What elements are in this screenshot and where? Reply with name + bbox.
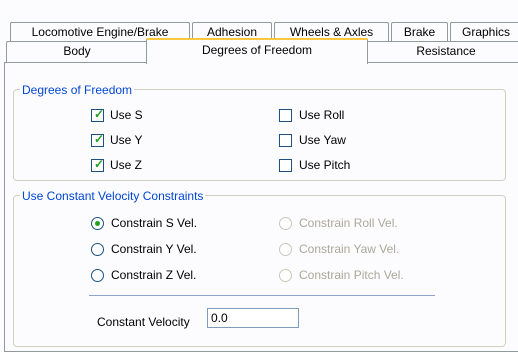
checkmark-icon: ✓ <box>94 132 105 146</box>
use-z-label: Use Z <box>110 158 143 172</box>
group-title: Degrees of Freedom <box>20 83 135 97</box>
use-pitch-checkbox[interactable] <box>279 159 292 172</box>
tab-label: Graphics <box>461 25 511 39</box>
use-s-label: Use S <box>110 108 143 122</box>
constrain-z-radio[interactable] <box>91 269 104 282</box>
constrain-y-radio[interactable] <box>91 243 104 256</box>
constrain-y-label: Constrain Y Vel. <box>111 242 197 256</box>
constrain-yaw-label: Constrain Yaw Vel. <box>299 242 400 256</box>
degrees-of-freedom-group <box>13 89 506 181</box>
constant-velocity-input[interactable]: 0.0 <box>207 308 299 328</box>
tab-graphics[interactable]: Graphics <box>450 22 518 42</box>
use-yaw-label: Use Yaw <box>299 133 346 147</box>
checkmark-icon: ✓ <box>94 157 105 171</box>
tab-label: Body <box>63 44 91 58</box>
use-y-label: Use Y <box>110 133 143 147</box>
tab-label: Degrees of Freedom <box>201 43 313 57</box>
use-roll-checkbox[interactable] <box>279 109 292 122</box>
tab-label: Wheels & Axles <box>289 25 374 39</box>
tab-resistance[interactable]: Resistance <box>366 41 518 62</box>
use-yaw-checkbox[interactable] <box>279 134 292 147</box>
checkmark-icon: ✓ <box>94 107 105 121</box>
constrain-s-radio[interactable] <box>91 217 104 230</box>
constrain-roll-radio <box>279 217 292 230</box>
constrain-z-label: Constrain Z Vel. <box>111 268 197 282</box>
divider <box>89 295 435 296</box>
constrain-yaw-radio <box>279 243 292 256</box>
radio-dot-icon <box>95 221 100 226</box>
use-roll-label: Use Roll <box>299 108 345 122</box>
constrain-s-label: Constrain S Vel. <box>111 216 198 230</box>
tab-degrees-of-freedom[interactable]: Degrees of Freedom <box>146 38 368 64</box>
tab-label: Brake <box>403 25 436 39</box>
tab-label: Resistance <box>416 44 476 58</box>
use-y-checkbox[interactable]: ✓ <box>91 132 105 147</box>
tab-brake[interactable]: Brake <box>391 22 448 42</box>
constant-velocity-label: Constant Velocity <box>97 315 190 329</box>
use-pitch-label: Use Pitch <box>299 158 351 172</box>
constrain-pitch-radio <box>279 269 292 282</box>
constrain-pitch-label: Constrain Pitch Vel. <box>299 268 404 282</box>
tab-label: Adhesion <box>206 25 258 39</box>
tab-panel: Degrees of Freedom ✓ Use S ✓ Use Y ✓ Use… <box>4 62 518 352</box>
constrain-roll-label: Constrain Roll Vel. <box>299 216 398 230</box>
use-s-checkbox[interactable]: ✓ <box>91 107 105 122</box>
group-title: Use Constant Velocity Constraints <box>20 189 206 203</box>
use-z-checkbox[interactable]: ✓ <box>91 157 105 172</box>
tab-label: Locomotive Engine/Brake <box>31 25 169 39</box>
tab-body[interactable]: Body <box>6 41 148 62</box>
